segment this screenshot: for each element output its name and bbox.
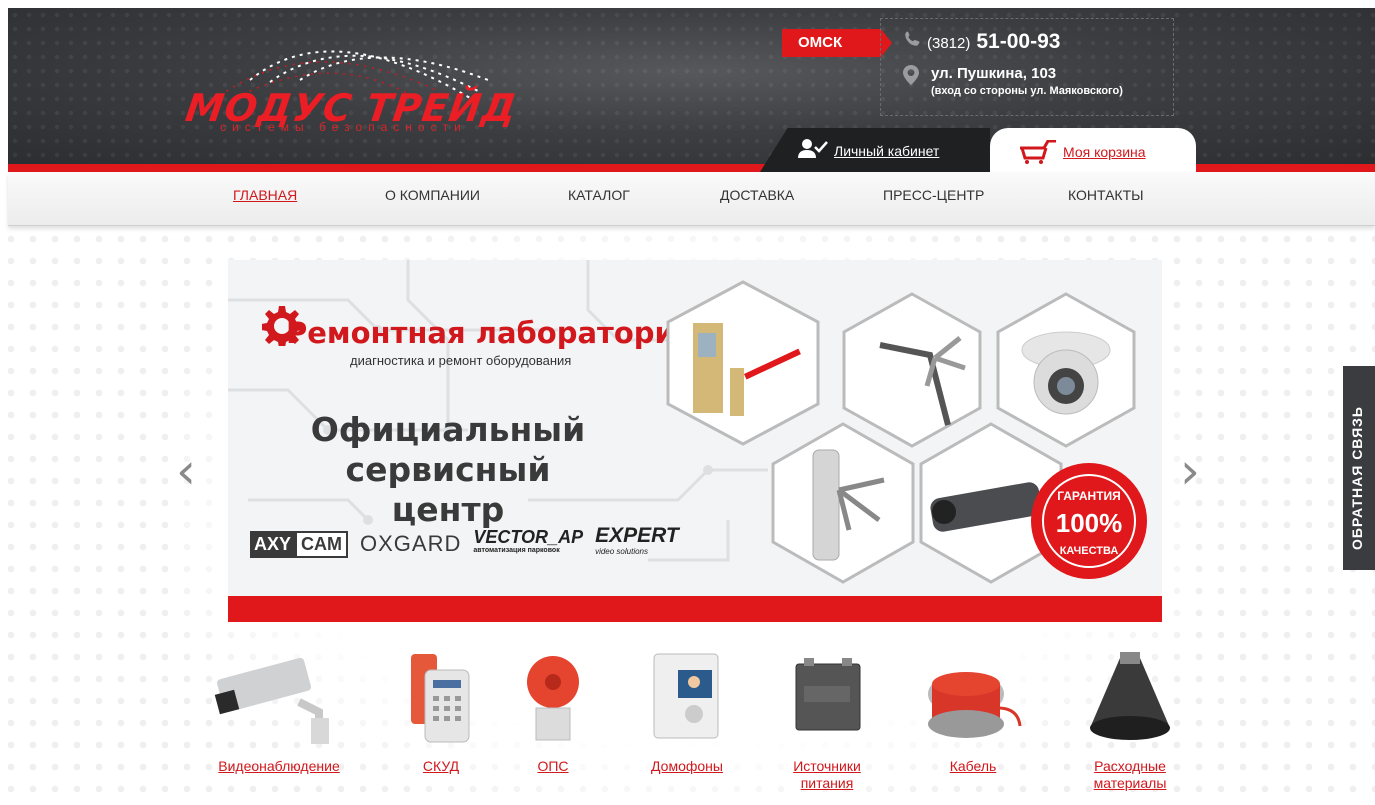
battery-icon — [795, 658, 861, 731]
category-label: Кабель — [949, 758, 997, 774]
category-cable[interactable]: Кабель — [898, 648, 1048, 775]
cart-link[interactable]: Моя корзина — [1063, 144, 1146, 160]
category-intercom[interactable]: Домофоны — [612, 648, 762, 775]
address-note: (вход со стороны ул. Маяковского) — [931, 85, 1123, 97]
feedback-tab[interactable]: ОБРАТНАЯ СВЯЗЬ — [1343, 366, 1375, 570]
city-selector[interactable]: ОМСК — [782, 29, 892, 57]
category-consumables[interactable]: Расходные материалы — [1055, 648, 1205, 792]
tripod-turnstile-hex — [771, 422, 915, 584]
category-label: Расходные материалы — [1093, 758, 1167, 791]
main-nav: ГЛАВНАЯ О КОМПАНИИ КАТАЛОГ ДОСТАВКА ПРЕС… — [8, 172, 1375, 226]
brand-expert: EXPERT video solutions — [595, 524, 679, 556]
contact-box: (3812) 51-00-93 ул. Пушкина, 103 (вход с… — [880, 18, 1174, 116]
guarantee-badge: ГАРАНТИЯ 100% КАЧЕСТВА — [1031, 463, 1147, 579]
intercom-icon — [653, 653, 719, 739]
promo-banner[interactable]: Ремонтная лаборатория диагностика и ремо… — [228, 260, 1162, 622]
brand-axycam: AXY CAM — [250, 530, 349, 558]
location-pin-icon — [903, 65, 919, 85]
lab-title: Ремонтная лаборатория — [286, 316, 694, 350]
category-video[interactable]: Видеонаблюдение — [204, 648, 354, 775]
alarm-bell-icon — [527, 656, 579, 741]
slider-prev-arrow[interactable]: ‹ — [176, 442, 196, 500]
site-logo[interactable]: МОДУС ТРЕЙД системы безопасности — [180, 20, 520, 140]
address: ул. Пушкина, 103 (вход со стороны ул. Ма… — [903, 65, 1123, 97]
personal-cabinet-tab[interactable]: Личный кабинет — [760, 128, 990, 172]
nav-item-catalog[interactable]: КАТАЛОГ — [568, 187, 630, 203]
phone-number: 51-00-93 — [976, 30, 1061, 53]
category-label: ОПС — [537, 758, 569, 774]
banner-red-bar — [228, 596, 1162, 622]
category-alarm[interactable]: ОПС — [478, 648, 628, 775]
cart-icon — [1020, 140, 1056, 164]
category-label: Видеонаблюдение — [218, 758, 340, 774]
phone[interactable]: (3812) 51-00-93 — [903, 30, 1060, 54]
banner-headline: Официальный сервисный центр — [310, 410, 586, 529]
horn-speaker-icon — [1090, 652, 1170, 740]
cctv-camera-icon — [214, 657, 329, 744]
nav-item-home[interactable]: ГЛАВНАЯ — [233, 187, 297, 203]
access-keypad-icon — [411, 654, 470, 743]
phone-code: (3812) — [927, 35, 971, 52]
feedback-label: ОБРАТНАЯ СВЯЗЬ — [1349, 406, 1365, 550]
brand-logos: AXY CAM OXGARD VECTOR_AP автоматизация пар… — [250, 524, 679, 560]
brand-oxgard: OXGARD — [360, 531, 462, 556]
svg-text:КАЧЕСТВА: КАЧЕСТВА — [1060, 545, 1119, 557]
brand-vector-ap: VECTOR_AP автоматизация парковок — [473, 527, 584, 554]
category-label: Домофоны — [651, 758, 723, 774]
nav-item-contacts[interactable]: КОНТАКТЫ — [1068, 187, 1144, 203]
nav-item-press[interactable]: ПРЕСС-ЦЕНТР — [883, 187, 984, 203]
nav-item-about[interactable]: О КОМПАНИИ — [385, 187, 480, 203]
category-power[interactable]: Источники питания — [752, 648, 902, 792]
cable-spool-icon — [928, 672, 1022, 738]
user-check-icon — [798, 139, 828, 158]
svg-text:100%: 100% — [1056, 508, 1123, 538]
personal-cabinet-link[interactable]: Личный кабинет — [834, 143, 939, 159]
address-main: ул. Пушкина, 103 — [931, 65, 1057, 82]
slider-next-arrow[interactable]: › — [1180, 442, 1200, 500]
category-label: Источники питания — [793, 758, 861, 791]
nav-item-delivery[interactable]: ДОСТАВКА — [720, 187, 794, 203]
phone-icon — [905, 31, 920, 46]
logo-tagline: системы безопасности — [220, 120, 467, 134]
cart-tab[interactable]: Моя корзина — [990, 128, 1196, 174]
lab-subtitle: диагностика и ремонт оборудования — [350, 353, 572, 368]
svg-text:ГАРАНТИЯ: ГАРАНТИЯ — [1057, 489, 1121, 503]
